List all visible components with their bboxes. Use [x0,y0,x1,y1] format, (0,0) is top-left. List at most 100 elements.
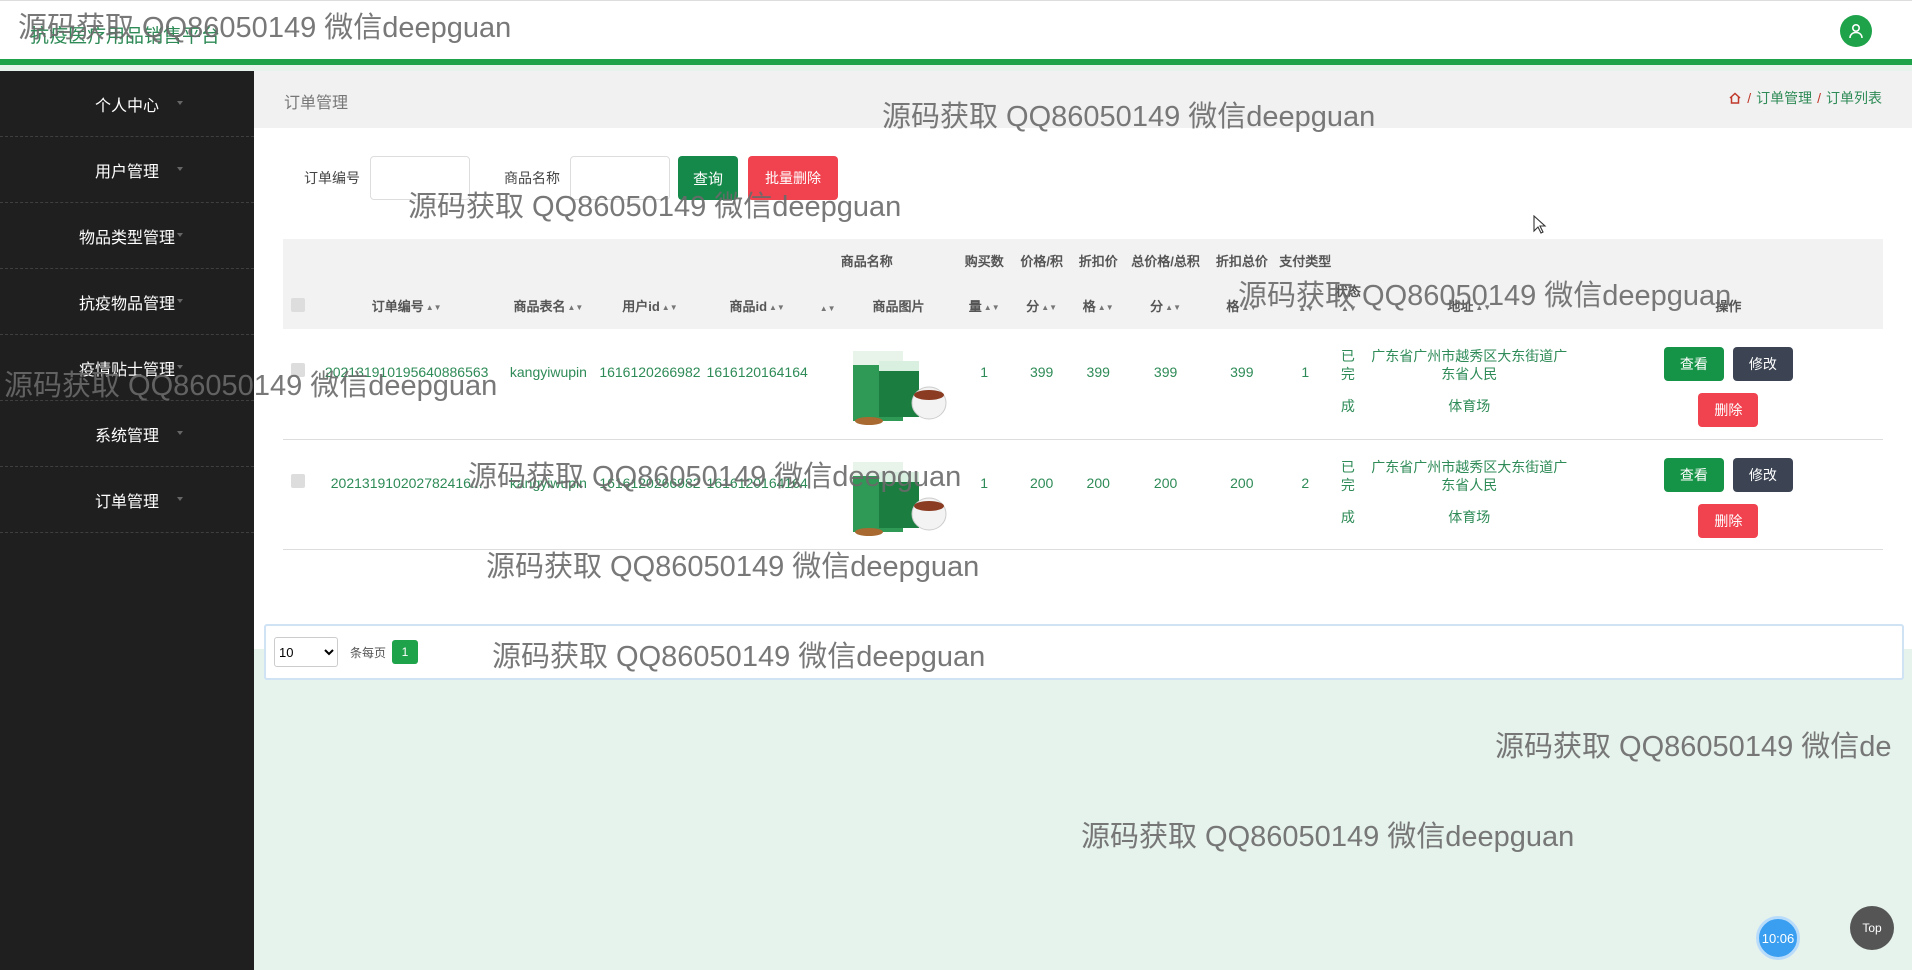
cell-ops: 查看 修改 删除 [1574,439,1883,549]
cell-product-name [811,329,843,439]
query-button[interactable]: 查询 [678,156,738,200]
chevron-down-icon [177,365,183,369]
sidebar-item-label: 疫情贴士管理 [78,361,175,379]
column-label: 地址 [1447,299,1474,314]
page-number-button[interactable]: 1 [392,640,419,664]
sidebar-item-orders[interactable]: 订单管理 [0,467,254,533]
brand-title: 抗疫医疗用品销售平台 [30,26,221,47]
col-address[interactable]: 地址 ▲▼ [1365,239,1574,329]
back-to-top-button[interactable]: Top [1850,906,1894,950]
page-title: 订单管理 [284,95,349,112]
column-label: 折扣价 [1078,254,1118,269]
breadcrumb-item[interactable]: 订单列表 [1826,88,1882,108]
order-no-input[interactable] [370,156,470,200]
breadcrumb: / 订单管理 / 订单列表 [1728,88,1882,108]
edit-button[interactable]: 修改 [1732,457,1793,492]
breadcrumb-separator: / [1747,90,1752,106]
view-button[interactable]: 查看 [1663,347,1724,381]
column-label: 格 [1226,299,1240,314]
batch-delete-button[interactable]: 批量删除 [748,156,838,200]
table-row[interactable]: 202131910195640886563 kangyiwupin 161612… [283,329,1883,439]
col-user-id[interactable]: 用户id ▲▼ [596,239,703,329]
sidebar-item-profile[interactable]: 个人中心 [0,71,254,137]
table-row[interactable]: 202131910202782416... kangyiwupin 161612… [283,439,1883,549]
edit-button[interactable]: 修改 [1732,347,1793,381]
cell-product-id: 1616120164164 [706,474,808,491]
cell-product-name [811,439,843,549]
col-qty[interactable]: 购买数量 ▲▼ [955,239,1014,329]
column-label: 商品id [729,299,768,314]
product-name-label: 商品名称 [504,170,560,186]
col-product-name[interactable]: 商品名称 ▲▼ [811,239,893,329]
column-label: 购买数 [964,254,1004,269]
sidebar-item-system[interactable]: 系统管理 [0,401,254,467]
main-area: 订单管理 / 订单管理 / 订单列表 订单编号 商品名称 查询 批量删除 订单编… [254,71,1912,970]
cell-total: 200 [1153,474,1178,491]
sidebar-item-label: 系统管理 [94,427,159,445]
cell-discount: 200 [1086,474,1110,491]
user-avatar-button[interactable] [1840,15,1872,47]
col-order-no[interactable]: 订单编号 ▲▼ [313,239,501,329]
sort-icon: ▲▼ [769,303,785,313]
row-checkbox[interactable] [290,363,305,377]
col-status[interactable]: 状态 ▲▼ [1331,239,1365,329]
home-icon[interactable] [1728,91,1742,105]
column-label: 订单编号 [371,299,424,314]
row-select-cell [283,329,313,439]
cell-pay-type: 1 [1301,364,1310,380]
column-label: 格 [1082,299,1096,314]
sidebar-item-item-types[interactable]: 物品类型管理 [0,203,254,269]
cell-order-no: 202131910202782416... [330,474,483,491]
col-table-name[interactable]: 商品表名 ▲▼ [501,239,597,329]
product-name-input[interactable] [570,156,670,200]
breadcrumb-bar: 订单管理 / 订单管理 / 订单列表 [254,71,1912,128]
cell-price: 200 [1029,474,1054,491]
cell-product-image [843,329,955,439]
chevron-down-icon [177,497,183,501]
address-line: 体育场 [1448,398,1491,414]
content-panel: 订单编号 商品名称 查询 批量删除 订单编号 ▲▼ 商品表名 ▲▼ 用户id ▲▼ 商… [254,128,1912,680]
orders-table: 订单编号 ▲▼ 商品表名 ▲▼ 用户id ▲▼ 商品id ▲▼ 商品名称 ▲▼ 商品图片 … [283,239,1883,550]
cell-pay-type: 2 [1301,474,1310,491]
sidebar-item-tips[interactable]: 疫情贴士管理 [0,335,254,401]
col-total[interactable]: 总价格/总积分 ▲▼ [1127,239,1204,329]
sort-icon: ▲▼ [819,304,836,314]
status-line: 已完 [1340,458,1355,493]
col-price[interactable]: 价格/积分 ▲▼ [1014,239,1070,329]
cell-address: 广东省广州市越秀区大东街道广东省人民 体育场 [1365,329,1574,439]
row-checkbox[interactable] [290,473,305,488]
sidebar-item-users[interactable]: 用户管理 [0,137,254,203]
delete-button[interactable]: 删除 [1698,393,1759,427]
select-all-cell [283,239,313,329]
column-label: 价格/积 [1020,254,1063,269]
cell-price: 399 [1029,364,1054,380]
mouse-cursor-icon [1533,215,1547,234]
column-label: 商品表名 [513,299,566,314]
cell-qty: 1 [980,474,989,491]
clock-widget: 10:06 [1756,916,1800,960]
sort-icon: ▲▼ [1097,303,1114,313]
cell-address: 广东省广州市越秀区大东街道广东省人民 体育场 [1365,439,1574,549]
col-discount[interactable]: 折扣价格 ▲▼ [1069,239,1127,329]
view-button[interactable]: 查看 [1663,457,1724,492]
chevron-down-icon [177,431,183,435]
sidebar-item-products[interactable]: 抗疫物品管理 [0,269,254,335]
page-size-select[interactable]: 10 20 50 100 [274,637,338,667]
column-label: 商品图片 [872,299,925,314]
column-label: 分 [1150,299,1164,314]
sidebar-item-label: 物品类型管理 [78,229,175,247]
sort-icon: ▲▼ [425,303,442,313]
user-icon [1849,23,1863,39]
col-pay-type[interactable]: 支付类型 ▲▼ [1279,239,1331,329]
cell-discount: 399 [1086,364,1110,380]
col-product-image: 商品图片 [843,239,955,329]
cell-discount-total: 399 [1230,364,1254,380]
delete-button[interactable]: 删除 [1698,503,1759,538]
product-image [848,333,949,433]
cell-status: 已完成 [1331,329,1365,439]
select-all-checkbox[interactable] [290,298,305,312]
breadcrumb-item[interactable]: 订单管理 [1756,88,1812,108]
sort-icon: ▲▼ [1298,304,1315,314]
chevron-down-icon [177,167,183,171]
chevron-down-icon [177,101,183,105]
